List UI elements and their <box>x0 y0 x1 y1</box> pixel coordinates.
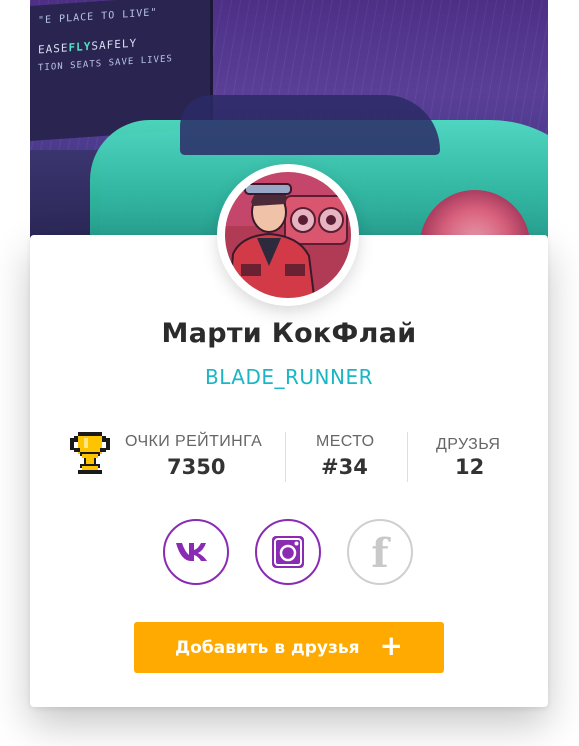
rating-label: ОЧКИ РЕЙТИНГА <box>125 433 263 450</box>
cover-sign-line2-a: EASE <box>38 41 69 57</box>
stats-divider-2 <box>407 432 408 482</box>
trophy-icon <box>70 432 110 474</box>
cover-car-window <box>180 95 440 155</box>
cover-sign-line2-b: SAFELY <box>91 36 138 53</box>
add-friend-label: Добавить в друзья <box>174 637 360 658</box>
vk-icon <box>176 543 207 561</box>
vk-button[interactable] <box>163 519 229 585</box>
stats-divider-1 <box>285 432 286 482</box>
place-value: #34 <box>321 455 368 479</box>
cover-sign-line2: EASEFLYSAFELY <box>38 37 137 57</box>
instagram-button[interactable] <box>255 519 321 585</box>
rating-value: 7350 <box>167 455 226 479</box>
add-friend-button[interactable]: Добавить в друзья + <box>134 622 444 673</box>
profile-username[interactable]: BLADE_RUNNER <box>30 365 548 389</box>
profile-name: Марти КокФлай <box>161 318 417 349</box>
facebook-button[interactable]: f <box>347 519 413 585</box>
friends-value: 12 <box>455 455 485 479</box>
cover-sign-line3: TION SEATS SAVE LIVES <box>38 54 173 74</box>
facebook-icon: f <box>371 530 389 577</box>
place-label: МЕСТО <box>316 433 375 450</box>
avatar[interactable] <box>219 166 357 304</box>
cover-sign-line1: "E PLACE TO LIVE" <box>38 7 158 27</box>
plus-icon: + <box>379 629 404 662</box>
friends-label: ДРУЗЬЯ <box>436 436 501 453</box>
instagram-icon <box>272 536 304 568</box>
cover-sign-line2-fly: FLY <box>68 39 92 55</box>
avatar-illustration <box>221 168 355 302</box>
profile-page: "E PLACE TO LIVE" EASEFLYSAFELY TION SEA… <box>0 0 579 746</box>
